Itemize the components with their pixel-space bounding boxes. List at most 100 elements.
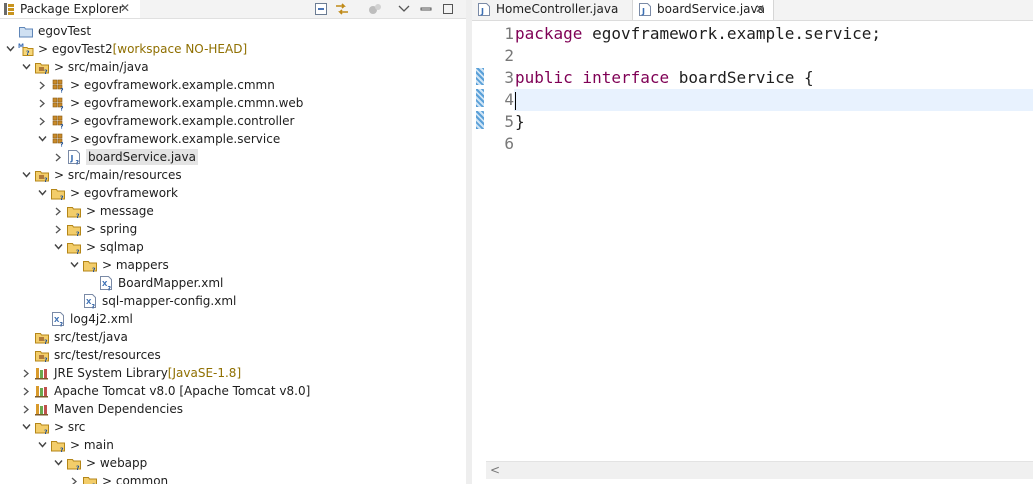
chevron-right-icon[interactable]: [20, 400, 32, 418]
source-folder-icon: ?: [34, 347, 50, 364]
tree-item[interactable]: X? log4j2.xml: [0, 310, 466, 329]
chevron-right-icon[interactable]: [36, 94, 48, 112]
svg-text:?: ?: [60, 195, 64, 201]
tree-item-label: log4j2.xml: [70, 312, 133, 326]
tree-item[interactable]: ? > mappers: [0, 256, 466, 274]
code-editor[interactable]: package egovframework.example.service; pu…: [514, 21, 1033, 461]
chevron-right-icon[interactable]: [36, 112, 48, 130]
tree-item-decoration: [JavaSE-1.8]: [167, 366, 242, 380]
minimize-icon[interactable]: [418, 1, 434, 17]
line-number: 3: [504, 68, 514, 87]
tree-item[interactable]: X? BoardMapper.xml: [0, 274, 466, 293]
tree-item[interactable]: ? > egovframework: [0, 184, 466, 202]
package-explorer-icon: [4, 3, 14, 15]
chevron-right-icon[interactable]: [20, 382, 32, 400]
tree-item-label: > common: [102, 474, 169, 484]
view-menu-icon[interactable]: [396, 1, 412, 17]
tree-item[interactable]: ? > egovframework.example.cmmn: [0, 76, 466, 95]
tree-item[interactable]: ? > main: [0, 436, 466, 454]
tree-item[interactable]: X? sql-mapper-config.xml: [0, 292, 466, 311]
chevron-down-icon[interactable]: [36, 436, 48, 454]
folder-icon: ?: [34, 419, 50, 436]
chevron-down-icon[interactable]: [52, 454, 64, 472]
tree-item[interactable]: ? > src: [0, 418, 466, 436]
chevron-right-icon[interactable]: [68, 472, 80, 484]
tree-item-label: > src/main/resources: [54, 168, 182, 182]
chevron-down-icon[interactable]: [20, 58, 32, 76]
tree-item[interactable]: J? boardService.java: [0, 148, 466, 167]
chevron-right-icon[interactable]: [52, 220, 64, 238]
svg-text:?: ?: [92, 304, 96, 310]
chevron-right-icon[interactable]: [20, 364, 32, 382]
tree-item[interactable]: ? > webapp: [0, 454, 466, 472]
focus-task-icon[interactable]: [367, 1, 383, 17]
editor-tab-boardservice[interactable]: J boardService.java ✕: [632, 0, 774, 20]
folder-icon: ?: [66, 203, 82, 220]
tree-item[interactable]: Maven Dependencies: [0, 400, 466, 418]
svg-text:J: J: [480, 7, 484, 16]
tree-item[interactable]: ? > sqlmap: [0, 238, 466, 256]
chevron-down-icon[interactable]: [20, 166, 32, 184]
project-icon: [18, 23, 34, 39]
tree-item[interactable]: M? > egovTest2[workspace NO-HEAD]: [0, 40, 466, 58]
quick-diff-ruler: [472, 21, 486, 461]
collapse-all-icon[interactable]: [313, 1, 329, 17]
text-caret: [515, 91, 516, 110]
close-icon[interactable]: ✕: [755, 2, 765, 16]
chevron-right-icon[interactable]: [52, 202, 64, 220]
package-explorer-tabbar: Package Explorer ✕: [0, 0, 466, 19]
code-line[interactable]: }: [514, 111, 1033, 133]
chevron-right-icon[interactable]: [36, 76, 48, 94]
folder-icon: ?: [66, 239, 82, 256]
code-line[interactable]: [514, 133, 1033, 155]
code-line[interactable]: [514, 45, 1033, 67]
chevron-down-icon[interactable]: [20, 418, 32, 436]
chevron-down-icon[interactable]: [36, 184, 48, 202]
tree-item[interactable]: ? > common: [0, 472, 466, 484]
tree-item-label: > webapp: [86, 456, 148, 470]
tree-item[interactable]: ? > egovframework.example.cmmn.web: [0, 94, 466, 113]
chevron-down-icon[interactable]: [68, 256, 80, 274]
source-folder-icon: ?: [34, 167, 50, 184]
svg-text:?: ?: [76, 160, 80, 166]
code-keyword: public interface: [515, 68, 670, 87]
folder-icon: ?: [82, 473, 98, 484]
package-explorer-view: Package Explorer ✕ egovTest M? > egovTest2…: [0, 0, 466, 484]
tree-item-label: > egovframework.example.service: [70, 132, 281, 146]
tree-item-label: > spring: [86, 222, 138, 236]
tree-item[interactable]: egovTest: [0, 22, 466, 40]
tree-item[interactable]: JRE System Library[JavaSE-1.8]: [0, 364, 466, 382]
java-file-icon: J: [478, 3, 490, 16]
chevron-left-icon[interactable]: <: [490, 463, 500, 477]
chevron-right-icon[interactable]: [52, 148, 64, 166]
maximize-icon[interactable]: [440, 1, 456, 17]
tree-item[interactable]: ? > src/main/java: [0, 58, 466, 76]
editor-tab-homecontroller[interactable]: J HomeController.java: [472, 0, 632, 20]
tree-item[interactable]: ? > spring: [0, 220, 466, 238]
source-folder-icon: ?: [34, 329, 50, 346]
tree-item[interactable]: ? > egovframework.example.service: [0, 130, 466, 149]
code-line[interactable]: [514, 89, 1033, 111]
package-explorer-tab[interactable]: Package Explorer ✕: [0, 0, 140, 18]
tree-item[interactable]: ? src/test/java: [0, 328, 466, 346]
library-icon: [34, 365, 50, 381]
package-icon: ?: [50, 95, 66, 113]
svg-text:?: ?: [76, 231, 80, 237]
tree-item[interactable]: ? > egovframework.example.controller: [0, 112, 466, 131]
tree-item-label: egovTest: [38, 24, 92, 38]
horizontal-scrollbar[interactable]: <: [486, 461, 1033, 479]
tree-item[interactable]: ? > message: [0, 202, 466, 220]
code-line[interactable]: package egovframework.example.service;: [514, 23, 1033, 45]
chevron-down-icon[interactable]: [36, 130, 48, 148]
svg-text:?: ?: [44, 357, 48, 363]
close-icon[interactable]: ✕: [120, 1, 130, 15]
svg-text:?: ?: [76, 249, 80, 255]
tree-item[interactable]: Apache Tomcat v8.0 [Apache Tomcat v8.0]: [0, 382, 466, 400]
tree-item[interactable]: ? > src/main/resources: [0, 166, 466, 184]
tree-item-label: src/test/resources: [54, 348, 161, 362]
tree-item[interactable]: ? src/test/resources: [0, 346, 466, 364]
chevron-down-icon[interactable]: [4, 40, 16, 58]
code-line[interactable]: public interface boardService {: [514, 67, 1033, 89]
link-with-editor-icon[interactable]: [334, 1, 350, 17]
chevron-down-icon[interactable]: [52, 238, 64, 256]
